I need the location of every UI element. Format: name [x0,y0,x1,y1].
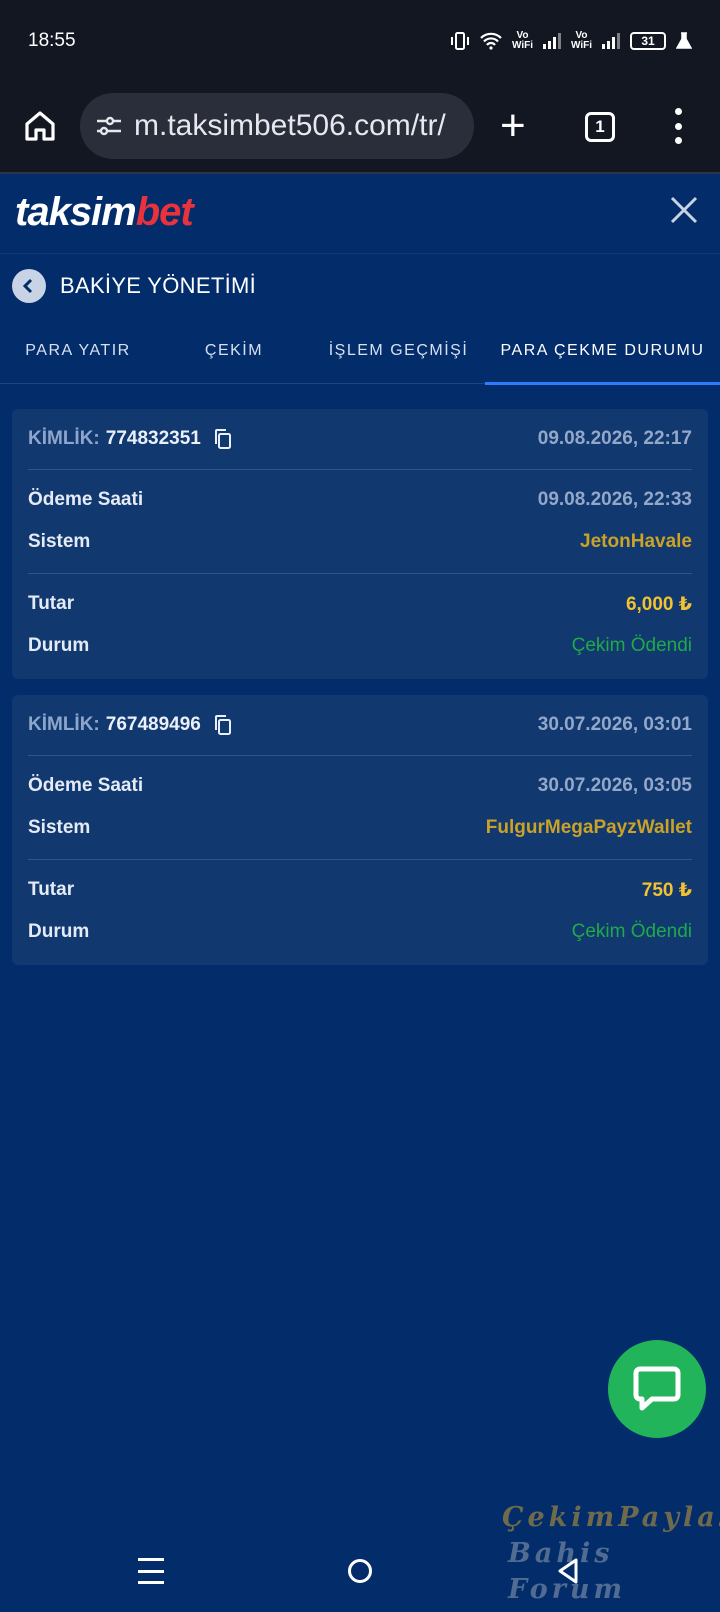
status-bar: 18:55 Vo WiFi Vo WiFi 31 [0,0,720,82]
copy-icon[interactable] [213,714,233,736]
kimlik-value: 774832351 [105,428,201,449]
home-icon[interactable] [22,108,58,144]
new-tab-button[interactable]: + [500,104,526,148]
system-row: Sistem JetonHavale [28,527,692,557]
vowifi-label: Vo WiFi [511,30,533,51]
status-label: Durum [28,635,90,656]
divider [28,755,692,756]
live-chat-button[interactable] [608,1340,706,1438]
recent-apps-icon[interactable] [138,1558,164,1584]
amount-value: 6,000 ₺ [625,593,692,615]
nav-home-icon[interactable] [348,1559,372,1583]
tab-transaction-history[interactable]: İŞLEM GEÇMİŞİ [312,318,485,384]
battery-icon: 31 [630,32,666,50]
system-value: FulgurMegaPayzWallet [485,817,692,838]
status-icons: Vo WiFi Vo WiFi 31 [450,31,692,51]
chat-bubble-icon [633,1366,681,1411]
system-label: Sistem [28,817,91,838]
card-header-row: KİMLİK: 767489496 30.07.2026, 03:01 [28,710,692,740]
system-row: Sistem FulgurMegaPayzWallet [28,813,692,843]
back-button[interactable] [12,269,46,303]
system-value: JetonHavale [580,531,692,552]
amount-label: Tutar [28,879,75,900]
payment-time-row: Ödeme Saati 09.08.2026, 22:33 [28,485,692,515]
payment-time-label: Ödeme Saati [28,775,144,796]
status-value: Çekim Ödendi [571,635,692,656]
divider [28,469,692,470]
close-icon[interactable] [666,192,702,228]
status-value: Çekim Ödendi [571,921,692,942]
tab-withdraw[interactable]: ÇEKİM [156,318,312,384]
vowifi-label-2: Vo WiFi [570,30,592,51]
kimlik-value: 767489496 [105,714,201,735]
payment-time-value: 09.08.2026, 22:33 [537,489,692,510]
more-menu-icon[interactable] [672,108,684,144]
flask-icon [676,32,692,49]
kimlik-label: KİMLİK: [28,428,100,449]
withdrawal-card: KİMLİK: 767489496 30.07.2026, 03:01 Ödem… [12,695,708,965]
signal-icon [542,33,561,49]
watermark-line1: ÇekimPaylaş [502,1502,720,1533]
tab-withdrawal-status[interactable]: PARA ÇEKME DURUMU [485,318,720,385]
tab-deposit[interactable]: PARA YATIR [0,318,156,384]
site-logo[interactable]: taksimbet [15,190,194,235]
tab-switcher-button[interactable]: 1 [585,112,615,142]
payment-time-row: Ödeme Saati 30.07.2026, 03:05 [28,771,692,801]
amount-row: Tutar 6,000 ₺ [28,589,692,619]
card-header-row: KİMLİK: 774832351 09.08.2026, 22:17 [28,424,692,454]
status-row: Durum Çekim Ödendi [28,917,692,947]
payment-time-value: 30.07.2026, 03:05 [537,775,692,796]
url-text: m.taksimbet506.com/tr/ [134,109,446,142]
divider [28,859,692,860]
payment-time-label: Ödeme Saati [28,489,144,510]
chevron-left-icon [22,278,33,294]
amount-label: Tutar [28,593,75,614]
tab-bar: PARA YATIR ÇEKİM İŞLEM GEÇMİŞİ PARA ÇEKM… [0,318,720,385]
signal-icon-2 [602,33,620,49]
divider [28,573,692,574]
wifi-icon [480,32,502,50]
copy-icon[interactable] [213,428,233,450]
withdrawal-card: KİMLİK: 774832351 09.08.2026, 22:17 Ödem… [12,409,708,679]
address-bar[interactable]: m.taksimbet506.com/tr/ [80,93,474,159]
status-label: Durum [28,921,90,942]
amount-value: 750 ₺ [641,879,692,901]
page-title-bar: BAKİYE YÖNETİMİ [0,256,720,316]
site-header: taksimbet [0,176,720,254]
status-row: Durum Çekim Ödendi [28,631,692,661]
system-label: Sistem [28,531,91,552]
amount-row: Tutar 750 ₺ [28,875,692,905]
site-settings-icon[interactable] [94,111,124,141]
vibrate-icon [450,32,469,50]
kimlik-label: KİMLİK: [28,714,100,735]
request-date: 09.08.2026, 22:17 [537,428,692,449]
nav-back-icon[interactable] [556,1558,582,1584]
page-title: BAKİYE YÖNETİMİ [60,273,257,298]
request-date: 30.07.2026, 03:01 [537,714,692,735]
status-time: 18:55 [28,30,76,51]
system-nav-bar [0,1540,720,1612]
browser-toolbar: m.taksimbet506.com/tr/ + 1 [0,82,720,174]
